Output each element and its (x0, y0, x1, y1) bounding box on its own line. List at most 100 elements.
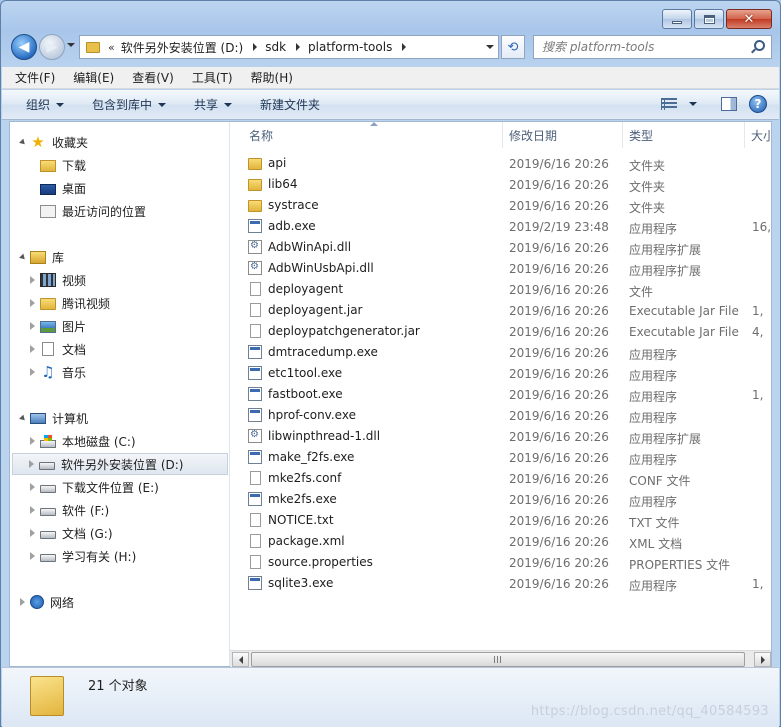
address-overflow-chevron[interactable]: « (108, 41, 115, 54)
sidebar-item-desktop[interactable]: 桌面 (40, 177, 86, 199)
minimize-button[interactable] (662, 9, 692, 29)
refresh-button[interactable]: ⟲ (501, 35, 525, 59)
column-header-size[interactable]: 大小 (745, 122, 771, 148)
include-library-label: 包含到库中 (92, 98, 153, 112)
sidebar-item-documents[interactable]: 文档 (30, 338, 86, 360)
help-icon[interactable]: ? (749, 95, 767, 113)
file-row[interactable]: fastboot.exe 2019/6/16 20:26 应用程序 1, (231, 385, 771, 406)
expand-icon[interactable] (19, 253, 27, 261)
new-folder-button[interactable]: 新建文件夹 (260, 96, 320, 113)
menu-view[interactable]: 查看(V) (129, 67, 177, 88)
breadcrumb-drive-d[interactable]: 软件另外安装位置 (D:) (121, 39, 243, 56)
sidebar-network[interactable]: 网络 (20, 591, 74, 613)
sidebar-favorites[interactable]: ★ 收藏夹 (19, 131, 88, 153)
file-row[interactable]: make_f2fs.exe 2019/6/16 20:26 应用程序 (231, 448, 771, 469)
search-box[interactable] (533, 35, 772, 59)
file-row[interactable]: NOTICE.txt 2019/6/16 20:26 TXT 文件 (231, 511, 771, 532)
sidebar-item-label: 软件 (F:) (62, 503, 110, 518)
back-button[interactable]: ◀ (11, 34, 37, 60)
include-in-library-button[interactable]: 包含到库中 (92, 96, 167, 113)
search-icon[interactable] (754, 40, 765, 51)
sidebar-item-pictures[interactable]: 图片 (30, 315, 86, 337)
recent-pages-dropdown[interactable] (67, 43, 75, 47)
expand-icon[interactable] (29, 460, 34, 468)
sidebar-item-drive-g[interactable]: 文档 (G:) (30, 522, 113, 544)
sidebar-item-tencent-video[interactable]: 腾讯视频 (30, 292, 110, 314)
file-row[interactable]: mke2fs.conf 2019/6/16 20:26 CONF 文件 (231, 469, 771, 490)
sidebar-item-drive-d[interactable]: 软件另外安装位置 (D:) (12, 453, 228, 475)
preview-pane-icon[interactable] (721, 97, 737, 111)
sidebar-item-drive-c[interactable]: 本地磁盘 (C:) (30, 430, 136, 452)
menu-edit[interactable]: 编辑(E) (70, 67, 117, 88)
file-row[interactable]: deployagent 2019/6/16 20:26 文件 (231, 280, 771, 301)
expand-icon[interactable] (19, 138, 27, 146)
file-row[interactable]: AdbWinUsbApi.dll 2019/6/16 20:26 应用程序扩展 (231, 259, 771, 280)
file-row[interactable]: deploypatchgenerator.jar 2019/6/16 20:26 E… (231, 322, 771, 343)
share-button[interactable]: 共享 (194, 96, 233, 113)
file-type: 应用程序 (629, 390, 678, 404)
sidebar-libraries[interactable]: 库 (19, 246, 64, 268)
sidebar-computer[interactable]: 计算机 (19, 407, 89, 429)
file-row[interactable]: api 2019/6/16 20:26 文件夹 (231, 154, 771, 175)
expand-icon[interactable] (30, 299, 35, 307)
file-row[interactable]: sqlite3.exe 2019/6/16 20:26 应用程序 1, (231, 574, 771, 595)
organize-button[interactable]: 组织 (26, 96, 65, 113)
sidebar-computer-label: 计算机 (52, 411, 89, 426)
file-row[interactable]: lib64 2019/6/16 20:26 文件夹 (231, 175, 771, 196)
horizontal-scrollbar[interactable] (230, 650, 771, 667)
scroll-right-button[interactable] (754, 652, 771, 667)
expand-icon[interactable] (30, 345, 35, 353)
expand-icon[interactable] (30, 368, 35, 376)
file-row[interactable]: dmtracedump.exe 2019/6/16 20:26 应用程序 (231, 343, 771, 364)
search-input[interactable] (542, 40, 742, 54)
sidebar-item-drive-h[interactable]: 学习有关 (H:) (30, 545, 136, 567)
expand-icon[interactable] (30, 506, 35, 514)
breadcrumb-platform-tools[interactable]: platform-tools (308, 40, 392, 54)
expand-icon[interactable] (30, 529, 35, 537)
breadcrumb-separator-icon[interactable] (402, 43, 407, 51)
expand-icon[interactable] (30, 322, 35, 330)
view-options-dropdown[interactable] (689, 102, 697, 106)
file-row[interactable]: deployagent.jar 2019/6/16 20:26 Executable… (231, 301, 771, 322)
address-bar[interactable]: « 软件另外安装位置 (D:) sdk platform-tools (79, 35, 499, 59)
file-row[interactable]: source.properties 2019/6/16 20:26 PROPERTI… (231, 553, 771, 574)
file-row[interactable]: hprof-conv.exe 2019/6/16 20:26 应用程序 (231, 406, 771, 427)
file-row[interactable]: etc1tool.exe 2019/6/16 20:26 应用程序 (231, 364, 771, 385)
sidebar-item-drive-e[interactable]: 下载文件位置 (E:) (30, 476, 159, 498)
breadcrumb-separator-icon[interactable] (296, 43, 301, 51)
file-row[interactable]: AdbWinApi.dll 2019/6/16 20:26 应用程序扩展 (231, 238, 771, 259)
column-header-type[interactable]: 类型 (623, 122, 745, 148)
expand-icon[interactable] (30, 276, 35, 284)
expand-icon[interactable] (19, 414, 27, 422)
address-history-dropdown[interactable] (486, 45, 494, 49)
expand-icon[interactable] (30, 552, 35, 560)
file-row[interactable]: systrace 2019/6/16 20:26 文件夹 (231, 196, 771, 217)
menu-file[interactable]: 文件(F) (12, 67, 58, 88)
maximize-button[interactable] (694, 9, 724, 29)
scroll-thumb[interactable] (251, 652, 745, 667)
expand-icon[interactable] (30, 483, 35, 491)
breadcrumb-sdk[interactable]: sdk (265, 40, 286, 54)
column-header-name[interactable]: 名称 (243, 122, 503, 148)
scroll-left-button[interactable] (232, 652, 249, 667)
expand-icon[interactable] (30, 437, 35, 445)
menu-help[interactable]: 帮助(H) (248, 67, 296, 88)
file-row[interactable]: libwinpthread-1.dll 2019/6/16 20:26 应用程序扩展 (231, 427, 771, 448)
sidebar-item-drive-f[interactable]: 软件 (F:) (30, 499, 109, 521)
sidebar-item-downloads[interactable]: 下载 (40, 154, 86, 176)
breadcrumb-separator-icon[interactable] (253, 43, 258, 51)
expand-icon[interactable] (20, 598, 25, 606)
sidebar-item-videos[interactable]: 视频 (30, 269, 86, 291)
file-name-cell: lib64 (248, 177, 298, 191)
file-name: adb.exe (268, 219, 316, 233)
menu-tools[interactable]: 工具(T) (189, 67, 236, 88)
forward-button[interactable]: ▶ (39, 34, 65, 60)
file-row[interactable]: adb.exe 2019/2/19 23:48 应用程序 16, (231, 217, 771, 238)
sidebar-item-recent-places[interactable]: 最近访问的位置 (40, 200, 146, 222)
sidebar-item-music[interactable]: ♫ 音乐 (30, 361, 86, 383)
file-row[interactable]: package.xml 2019/6/16 20:26 XML 文档 (231, 532, 771, 553)
column-header-date[interactable]: 修改日期 (503, 122, 623, 148)
close-button[interactable]: ✕ (726, 9, 772, 29)
change-view-icon[interactable] (661, 98, 677, 110)
file-row[interactable]: mke2fs.exe 2019/6/16 20:26 应用程序 (231, 490, 771, 511)
